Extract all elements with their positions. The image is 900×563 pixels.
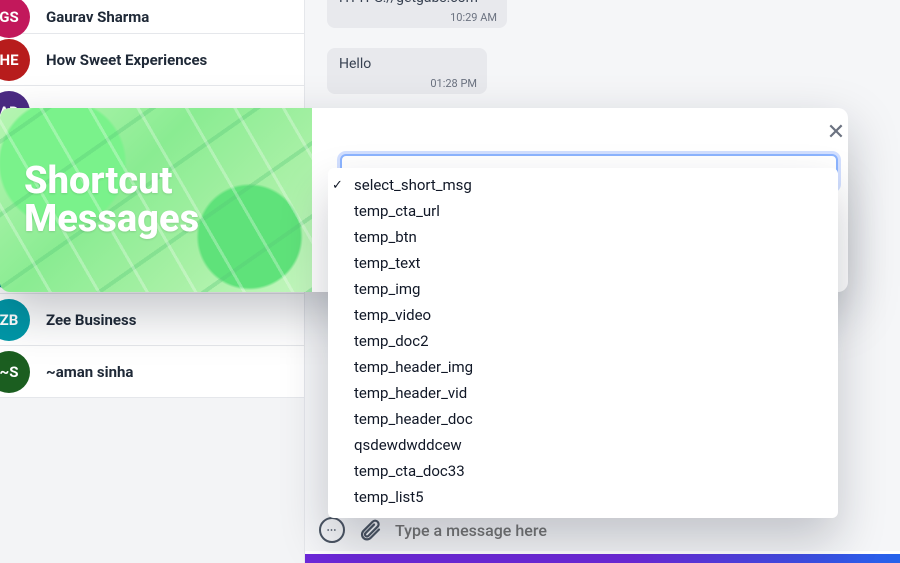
modal-hero: Shortcut Messages xyxy=(0,108,312,292)
dropdown-option[interactable]: temp_header_doc xyxy=(328,406,838,432)
chat-list-item[interactable]: GS Gaurav Sharma xyxy=(0,0,304,34)
dropdown-option[interactable]: temp_btn xyxy=(328,224,838,250)
chat-list-item[interactable]: ZB Zee Business xyxy=(0,294,304,346)
dropdown-option[interactable]: temp_header_img xyxy=(328,354,838,380)
composer-input[interactable] xyxy=(395,521,886,540)
avatar: ~S xyxy=(0,351,30,393)
dropdown-option[interactable]: temp_img xyxy=(328,276,838,302)
message-text: Hello xyxy=(339,56,475,72)
chat-list-item[interactable]: HE How Sweet Experiences xyxy=(0,34,304,86)
dropdown-option[interactable]: temp_video xyxy=(328,302,838,328)
dropdown-option[interactable]: temp_list5 xyxy=(328,484,838,510)
dropdown-option[interactable]: temp_cta_url xyxy=(328,198,838,224)
dropdown-option[interactable]: temp_doc2 xyxy=(328,328,838,354)
avatar: GS xyxy=(0,0,30,38)
check-icon: ✓ xyxy=(332,178,343,193)
attach-icon[interactable] xyxy=(357,517,383,543)
modal-title: Shortcut Messages xyxy=(0,162,199,238)
more-icon[interactable]: ⋯ xyxy=(319,517,345,543)
dropdown-option[interactable]: temp_header_vid xyxy=(328,380,838,406)
message-bubble: Hello 01:28 PM xyxy=(327,48,487,94)
shortcut-select-dropdown: ✓ select_short_msg temp_cta_url temp_btn… xyxy=(328,168,838,518)
brand-bar xyxy=(305,554,900,563)
message-time: 10:29 AM xyxy=(450,11,497,24)
message-text: HTTPS://getgabs.com xyxy=(339,0,495,6)
chat-name: Zee Business xyxy=(46,311,136,329)
message-bubble: HTTPS://getgabs.com 10:29 AM xyxy=(327,0,507,28)
message-time: 01:28 PM xyxy=(430,77,477,90)
chat-name: ~aman sinha xyxy=(46,363,133,381)
chat-list-item[interactable]: ~S ~aman sinha xyxy=(0,346,304,398)
chat-name: How Sweet Experiences xyxy=(46,51,207,69)
dropdown-option[interactable]: temp_cta_doc33 xyxy=(328,458,838,484)
avatar: HE xyxy=(0,39,30,81)
dropdown-option[interactable]: qsdewdwddcew xyxy=(328,432,838,458)
dropdown-option[interactable]: temp_text xyxy=(328,250,838,276)
close-icon[interactable]: ✕ xyxy=(824,120,848,144)
chat-name: Gaurav Sharma xyxy=(46,8,149,26)
avatar: ZB xyxy=(0,299,30,341)
dropdown-option[interactable]: ✓ select_short_msg xyxy=(328,172,838,198)
